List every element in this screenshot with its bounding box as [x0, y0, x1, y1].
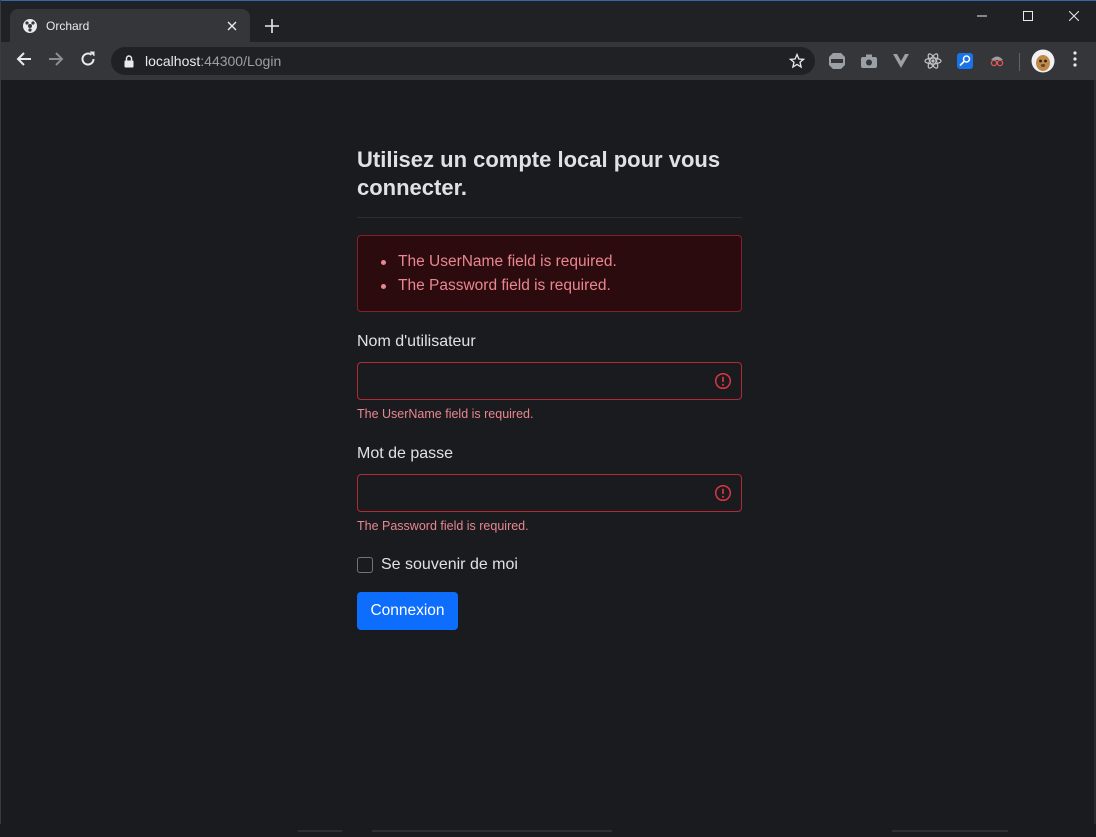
page-content: Utilisez un compte local pour vous conne…	[2, 80, 1096, 832]
validation-summary: The UserName field is required. The Pass…	[357, 235, 742, 312]
error-alert-icon	[714, 484, 732, 502]
browser-window: Orchard localhost:44300/Login Utilisez u…	[0, 0, 1096, 832]
remember-me-label[interactable]: Se souvenir de moi	[381, 556, 518, 574]
minimize-button[interactable]	[959, 1, 1005, 31]
key-icon[interactable]	[955, 51, 975, 71]
username-label: Nom d'utilisateur	[357, 333, 476, 350]
reload-icon	[80, 51, 96, 71]
tab-strip: Orchard	[1, 0, 1096, 43]
reload-button[interactable]	[74, 47, 102, 75]
lock-icon[interactable]	[123, 54, 135, 68]
vue-devtools-icon[interactable]	[891, 51, 911, 71]
heading-divider	[357, 217, 742, 218]
tab-orchard[interactable]: Orchard	[10, 9, 250, 43]
username-field-wrap	[357, 362, 742, 400]
remember-me[interactable]: Se souvenir de moi	[357, 556, 742, 574]
login-form: Utilisez un compte local pour vous conne…	[357, 146, 742, 630]
login-heading: Utilisez un compte local pour vous conne…	[357, 147, 721, 200]
password-field-wrap	[357, 474, 742, 512]
error-alert-icon	[714, 372, 732, 390]
bookmark-star-icon[interactable]	[783, 47, 811, 75]
toolbar-separator	[1019, 53, 1020, 71]
validation-summary-list: The UserName field is required. The Pass…	[381, 250, 725, 298]
kebab-menu-icon	[1073, 51, 1077, 71]
remember-me-checkbox[interactable]	[357, 557, 373, 573]
summary-error-item: The UserName field is required.	[381, 250, 725, 274]
username-error: The UserName field is required.	[357, 407, 534, 421]
browser-menu-button[interactable]	[1061, 47, 1089, 75]
footer-fragment	[298, 818, 1018, 832]
window-controls	[959, 1, 1096, 31]
browser-toolbar: localhost:44300/Login	[1, 42, 1096, 80]
adblock-icon[interactable]	[827, 51, 847, 71]
camera-icon[interactable]	[859, 51, 879, 71]
summary-error-item: The Password field is required.	[381, 274, 725, 298]
password-error: The Password field is required.	[357, 519, 529, 533]
new-tab-button[interactable]	[261, 15, 283, 37]
password-input[interactable]	[357, 474, 742, 512]
spy-icon[interactable]	[987, 51, 1007, 71]
password-label: Mot de passe	[357, 445, 454, 462]
username-input[interactable]	[357, 362, 742, 400]
arrow-left-icon	[16, 51, 32, 71]
orchard-logo-icon	[22, 18, 38, 34]
profile-avatar[interactable]	[1031, 49, 1055, 73]
login-button[interactable]: Connexion	[357, 592, 458, 630]
url-path: :44300/Login	[200, 53, 282, 69]
forward-button[interactable]	[42, 47, 70, 75]
url-text[interactable]: localhost:44300/Login	[145, 53, 783, 69]
address-bar[interactable]: localhost:44300/Login	[111, 47, 815, 75]
tab-close-icon[interactable]	[222, 16, 242, 36]
url-host: localhost	[145, 53, 201, 69]
react-devtools-icon[interactable]	[923, 51, 943, 71]
close-window-button[interactable]	[1051, 1, 1096, 31]
tab-title: Orchard	[46, 19, 90, 33]
maximize-button[interactable]	[1005, 1, 1051, 31]
arrow-right-icon	[48, 51, 64, 71]
back-button[interactable]	[10, 47, 38, 75]
